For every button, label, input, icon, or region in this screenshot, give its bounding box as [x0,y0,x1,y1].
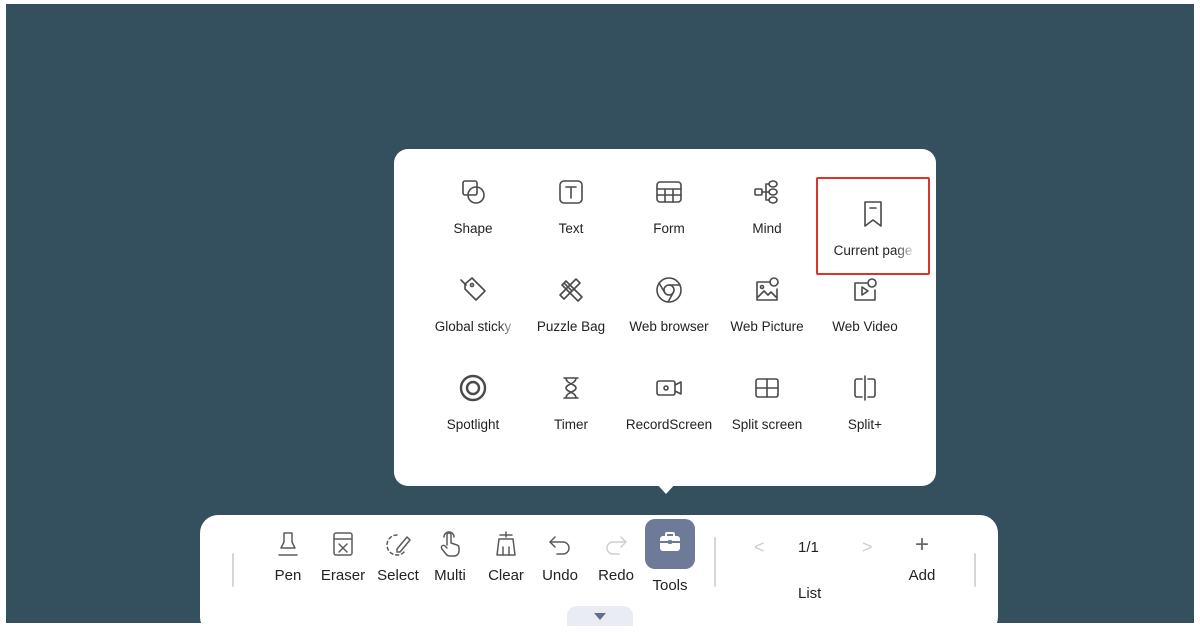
tools-label: Tools [652,577,688,594]
prev-page-button[interactable]: < [754,537,765,558]
multi-label: Multi [434,567,466,584]
browser-icon [652,273,686,307]
tool-web-browser[interactable]: Web browser [620,253,718,343]
toolbar-divider [232,553,234,587]
tool-web-picture[interactable]: Web Picture [718,253,816,343]
tool-label: Split+ [847,417,883,432]
tool-web-video[interactable]: Web Video [816,253,914,343]
popup-pointer [655,482,677,494]
tool-label: Shape [453,221,493,236]
tool-split-screen[interactable]: Split screen [718,351,816,441]
hourglass-icon [554,371,588,405]
text-icon [554,175,588,209]
tool-record-screen[interactable]: RecordScreen [620,351,718,441]
split-plus-icon [848,371,882,405]
tools-popup: Shape Text Form Mind Current page Global… [394,149,936,486]
tool-label: Puzzle Bag [536,319,606,334]
tool-global-sticky[interactable]: Global sticky [424,253,522,343]
pen-button[interactable]: Pen [270,515,306,605]
tool-text[interactable]: Text [522,155,620,245]
chevron-down-icon [594,613,606,620]
form-icon [652,175,686,209]
spotlight-icon [456,371,490,405]
tools-button-active-bg [645,519,695,569]
next-page-button[interactable]: > [862,537,873,558]
plus-icon: + [914,531,929,558]
add-page-button[interactable]: + Add [900,515,944,605]
clear-label: Clear [488,567,524,584]
pen-icon [273,529,303,559]
web-picture-icon [750,273,784,307]
toolbar-divider [714,537,716,587]
list-button[interactable]: List [798,585,821,602]
lasso-icon [383,529,413,559]
tool-spotlight[interactable]: Spotlight [424,351,522,441]
clear-broom-icon [491,529,521,559]
mind-map-icon [750,175,784,209]
tool-label: Spotlight [446,417,500,432]
shape-icon [456,175,490,209]
toolbox-icon [657,529,683,560]
tool-label: Web Picture [730,319,804,334]
tool-label: Global sticky [434,319,512,334]
select-button[interactable]: Select [372,515,424,605]
select-label: Select [377,567,419,584]
puzzle-bag-icon [554,273,588,307]
web-video-icon [848,273,882,307]
redo-label: Redo [598,567,634,584]
tool-split-plus[interactable]: Split+ [816,351,914,441]
tools-button[interactable]: Tools [644,515,696,605]
add-label: Add [908,567,936,584]
page-indicator: 1/1 [798,539,819,556]
eraser-button[interactable]: Eraser [316,515,370,605]
clear-button[interactable]: Clear [484,515,528,605]
tool-form[interactable]: Form [620,155,718,245]
multi-touch-icon [435,529,465,559]
split-screen-icon [750,371,784,405]
tool-shape[interactable]: Shape [424,155,522,245]
eraser-label: Eraser [320,567,366,584]
sticky-pin-icon [456,273,490,307]
record-screen-icon [652,371,686,405]
undo-icon [545,529,575,559]
tool-label: Split screen [731,417,803,432]
pen-label: Pen [274,567,302,584]
tool-label: Form [653,221,685,236]
tool-mind[interactable]: Mind [718,155,816,245]
tool-label: Mind [752,221,782,236]
tool-timer[interactable]: Timer [522,351,620,441]
tool-puzzle-bag[interactable]: Puzzle Bag [522,253,620,343]
bookmark-icon [856,197,890,231]
eraser-icon [328,529,358,559]
redo-icon [601,529,631,559]
collapse-toolbar-handle[interactable] [567,606,633,626]
tool-label: RecordScreen [625,417,713,432]
redo-button[interactable]: Redo [594,515,638,605]
multi-button[interactable]: Multi [428,515,472,605]
tool-label: Web browser [629,319,709,334]
tool-label: Timer [554,417,588,432]
toolbar-divider [974,553,976,587]
undo-label: Undo [542,567,578,584]
undo-button[interactable]: Undo [538,515,582,605]
tool-label: Text [558,221,584,236]
tool-label: Web Video [832,319,898,334]
